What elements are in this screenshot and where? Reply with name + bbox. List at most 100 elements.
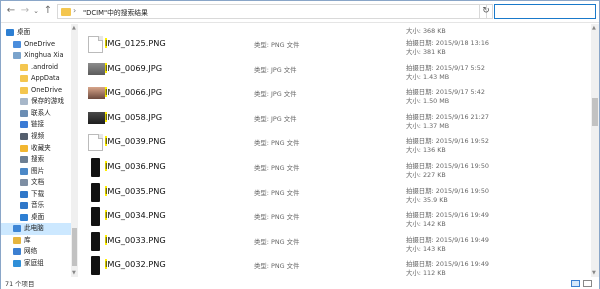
desktop-icon <box>20 213 28 221</box>
file-row[interactable]: IMG_0058.JPG 类型: JPG 文件 拍摄日期: 2015/9/16 21… <box>81 107 591 132</box>
file-row[interactable]: IMG_0035.PNG 类型: PNG 文件 拍摄日期: 2015/9/16 19… <box>81 181 591 206</box>
nav-item[interactable]: 链接 <box>1 119 71 131</box>
nav-item-label: 桌面 <box>31 212 45 221</box>
file-name[interactable]: IMG_0033.PNG <box>105 234 166 245</box>
file-type: 类型: PNG 文件 <box>254 262 300 271</box>
music-icon <box>20 202 28 210</box>
status-bar: 71 个项目 <box>1 278 599 289</box>
nav-item[interactable]: 保存的游戏 <box>1 96 71 108</box>
file-type: 类型: PNG 文件 <box>254 139 300 148</box>
nav-item-label: 下载 <box>31 189 45 198</box>
file-row[interactable]: IMG_0033.PNG 类型: PNG 文件 拍摄日期: 2015/9/16 19… <box>81 230 591 255</box>
nav-item[interactable]: 视频 <box>1 131 71 143</box>
nav-item[interactable]: 图片 <box>1 166 71 178</box>
file-size: 大小: 142 KB <box>406 220 446 229</box>
nav-item[interactable]: 文档 <box>1 177 71 189</box>
file-type: 类型: PNG 文件 <box>254 213 300 222</box>
file-name[interactable]: IMG_0035.PNG <box>105 185 166 196</box>
file-name-rest: MG_0035.PNG <box>107 185 166 196</box>
file-name-rest: MG_0036.PNG <box>107 161 166 171</box>
nav-item[interactable]: 搜索 <box>1 154 71 166</box>
file-row[interactable]: IMG_0039.PNG 类型: PNG 文件 拍摄日期: 2015/9/16 19… <box>81 131 591 156</box>
nav-item[interactable]: OneDrive <box>1 85 71 97</box>
nav-item[interactable]: 桌面 <box>1 27 71 39</box>
nav-item[interactable]: 家庭组 <box>1 258 71 270</box>
scroll-down-icon[interactable]: ▼ <box>72 270 76 276</box>
search-input[interactable] <box>494 4 596 19</box>
path-field[interactable]: › "DCIM"中的搜索结果 ⌄ <box>57 4 533 19</box>
file-name[interactable]: IMG_0069.JPG <box>105 62 162 73</box>
file-size: 大小: 136 KB <box>406 146 446 155</box>
file-type: 类型: JPG 文件 <box>254 114 297 123</box>
date-taken: 拍摄日期: 2015/9/16 19:52 <box>406 137 489 146</box>
links-icon <box>20 121 28 129</box>
file-size: 大小: 143 KB <box>406 244 446 253</box>
date-taken: 拍摄日期: 2015/9/17 5:52 <box>406 63 485 72</box>
file-name[interactable]: IMG_0039.PNG <box>105 136 166 147</box>
date-taken: 拍摄日期: 2015/9/16 19:50 <box>406 186 489 195</box>
nav-item[interactable]: 联系人 <box>1 108 71 120</box>
nav-item-label: OneDrive <box>31 85 63 94</box>
cloud-icon <box>13 40 21 48</box>
path-separator-icon[interactable]: › <box>73 6 76 15</box>
file-name[interactable]: IMG_0066.JPG <box>105 87 162 98</box>
path-text: "DCIM"中的搜索结果 <box>83 9 148 17</box>
scroll-up-icon[interactable]: ▲ <box>592 25 596 31</box>
file-row[interactable]: IMG_0032.PNG 类型: PNG 文件 拍摄日期: 2015/9/16 19… <box>81 254 591 277</box>
large-icons-view-icon[interactable] <box>583 280 592 287</box>
file-explorer-window: ← → ⌄ ↑ › "DCIM"中的搜索结果 ⌄ ↻ 桌面 OneDrive Xin… <box>0 0 600 289</box>
file-row[interactable]: IMG_0125.PNG 类型: PNG 文件 拍摄日期: 2015/9/18 13… <box>81 33 591 58</box>
nav-item[interactable]: AppData <box>1 73 71 85</box>
item-count: 71 个项目 <box>5 280 35 288</box>
downloads-icon <box>20 190 28 198</box>
nav-item-label: 音乐 <box>31 201 45 210</box>
file-name[interactable]: IMG_0125.PNG <box>105 38 166 48</box>
nav-item[interactable]: 收藏夹 <box>1 143 71 155</box>
file-name[interactable]: IMG_0032.PNG <box>105 259 166 270</box>
contacts-icon <box>20 109 28 117</box>
nav-item[interactable]: 桌面 <box>1 212 71 224</box>
file-row[interactable]: IMG_0034.PNG 类型: PNG 文件 拍摄日期: 2015/9/16 19… <box>81 205 591 230</box>
folder-icon <box>20 86 28 94</box>
libraries-icon <box>13 236 21 244</box>
refresh-icon[interactable]: ↻ <box>479 4 493 19</box>
file-size: 大小: 1.50 MB <box>406 97 450 106</box>
nav-item[interactable]: 网络 <box>1 246 71 258</box>
scrollbar-thumb[interactable] <box>72 228 77 266</box>
desktop-icon <box>6 29 14 36</box>
nav-item-label: 此电脑 <box>24 224 44 233</box>
scroll-up-icon[interactable]: ▲ <box>72 25 76 31</box>
nav-item[interactable]: .android <box>1 62 71 74</box>
up-arrow-icon[interactable]: ↑ <box>41 4 55 18</box>
file-row[interactable]: IMG_0036.PNG 类型: PNG 文件 拍摄日期: 2015/9/16 19… <box>81 156 591 181</box>
nav-item[interactable]: 此电脑 <box>1 223 71 235</box>
scroll-down-icon[interactable]: ▼ <box>592 270 596 276</box>
network-icon <box>13 248 21 256</box>
file-name-rest: MG_0039.PNG <box>107 136 166 147</box>
nav-item[interactable]: 库 <box>1 235 71 247</box>
file-size: 大小: 381 KB <box>406 48 446 56</box>
recent-locations-chevron-icon[interactable]: ⌄ <box>31 4 41 18</box>
documents-icon <box>20 179 28 187</box>
scrollbar-thumb[interactable] <box>592 98 598 126</box>
back-arrow-icon[interactable]: ← <box>4 4 18 18</box>
date-taken: 拍摄日期: 2015/9/16 19:49 <box>406 211 489 220</box>
games-folder-icon <box>20 98 28 106</box>
file-row[interactable]: IMG_0069.JPG 类型: JPG 文件 拍摄日期: 2015/9/17 5:… <box>81 58 591 83</box>
forward-arrow-icon[interactable]: → <box>18 4 32 18</box>
file-name[interactable]: IMG_0034.PNG <box>105 210 166 221</box>
date-taken: 拍摄日期: 2015/9/17 5:42 <box>406 88 485 97</box>
file-row[interactable]: IMG_0066.JPG 类型: JPG 文件 拍摄日期: 2015/9/17 5:… <box>81 82 591 107</box>
file-name[interactable]: IMG_0036.PNG <box>105 161 166 171</box>
details-view-icon[interactable] <box>571 280 580 287</box>
date-taken: 拍摄日期: 2015/9/16 19:49 <box>406 235 489 244</box>
navigation-pane-scrollbar[interactable]: ▲ ▼ <box>71 24 78 277</box>
nav-item-label: 搜索 <box>31 155 45 164</box>
file-name[interactable]: IMG_0058.JPG <box>105 111 162 122</box>
nav-item[interactable]: 音乐 <box>1 200 71 212</box>
nav-item[interactable]: Xinghua Xia <box>1 50 71 62</box>
results-scrollbar[interactable]: ▲ ▼ <box>591 24 599 277</box>
nav-item[interactable]: OneDrive <box>1 39 71 51</box>
nav-item-label: AppData <box>31 74 60 83</box>
nav-item[interactable]: 下载 <box>1 189 71 201</box>
